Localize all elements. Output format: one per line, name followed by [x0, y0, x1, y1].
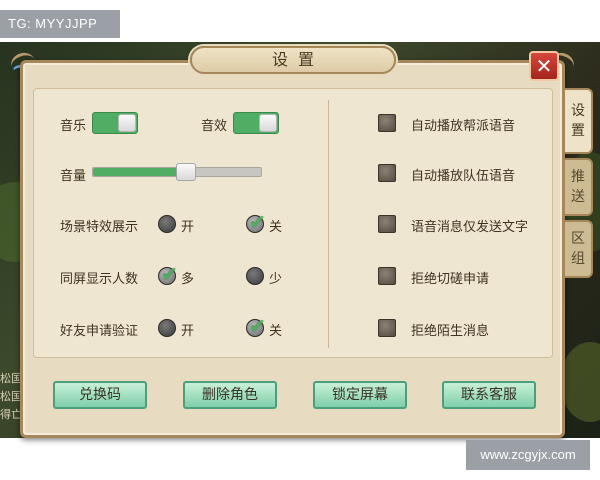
auto-play-team-voice-checkbox[interactable] — [378, 164, 396, 182]
screen-count-many-label: 多 — [181, 272, 195, 287]
reject-duel-checkbox[interactable] — [378, 267, 396, 285]
auto-play-team-voice-label: 自动播放队伍语音 — [411, 169, 516, 184]
lock-screen-button[interactable]: 锁定屏幕 — [313, 381, 407, 409]
friend-verify-off-label: 关 — [269, 324, 283, 339]
checkmark-icon: ✔ — [249, 314, 266, 338]
screen-count-many-radio[interactable]: ✔ — [158, 262, 178, 286]
scene-effects-off-label: 关 — [269, 220, 283, 235]
friend-verify-on-label: 开 — [181, 324, 195, 339]
watermark-bottom-right: www.zcgyjx.com — [466, 440, 590, 470]
voice-text-only-checkbox[interactable] — [378, 215, 396, 233]
checkmark-icon: ✔ — [249, 210, 266, 234]
tab-label: 送 — [571, 189, 585, 205]
screen-count-few-label: 少 — [269, 272, 283, 287]
volume-label: 音量 — [60, 169, 87, 184]
scene-effects-on-label: 开 — [181, 220, 195, 235]
delete-role-button[interactable]: 删除角色 — [183, 381, 277, 409]
watermark-top-left: TG: MYYJJPP — [0, 10, 120, 38]
tab-server-group[interactable]: 区 组 — [565, 220, 593, 278]
contact-service-button[interactable]: 联系客服 — [442, 381, 536, 409]
tab-label: 组 — [571, 251, 585, 267]
volume-slider-handle[interactable] — [176, 163, 196, 181]
tab-label: 设 — [571, 103, 585, 119]
close-button[interactable]: ✕ — [529, 51, 559, 81]
close-icon: ✕ — [535, 54, 553, 78]
background-text: 松国 — [0, 390, 22, 403]
background-text: 得亡 — [0, 408, 22, 421]
foliage — [560, 342, 600, 422]
sfx-label: 音效 — [201, 119, 228, 134]
screen-count-label: 同屏显示人数 — [60, 272, 139, 287]
reject-stranger-messages-label: 拒绝陌生消息 — [411, 324, 490, 339]
tab-push[interactable]: 推 送 — [565, 158, 593, 216]
background-text: 松国 — [0, 372, 22, 385]
friend-verify-label: 好友申请验证 — [60, 324, 139, 339]
music-label: 音乐 — [60, 119, 87, 134]
tab-label: 推 — [571, 169, 585, 185]
volume-slider-fill — [93, 168, 187, 176]
column-divider — [328, 100, 329, 348]
dialog-title-plaque: 设置 — [190, 46, 396, 74]
screen-count-few-radio[interactable] — [246, 267, 264, 285]
music-toggle[interactable] — [92, 112, 138, 134]
toggle-knob — [118, 114, 136, 132]
scene-effects-off-radio[interactable]: ✔ — [246, 210, 266, 234]
checkmark-icon: ✔ — [161, 262, 178, 286]
auto-play-guild-voice-label: 自动播放帮派语音 — [411, 119, 516, 134]
tab-label: 置 — [571, 123, 585, 139]
dialog-title: 设置 — [271, 50, 324, 69]
friend-verify-on-radio[interactable] — [158, 319, 176, 337]
reject-stranger-messages-checkbox[interactable] — [378, 319, 396, 337]
scene-effects-label: 场景特效展示 — [60, 220, 139, 235]
friend-verify-off-radio[interactable]: ✔ — [246, 314, 266, 338]
voice-text-only-label: 语音消息仅发送文字 — [411, 220, 529, 235]
auto-play-guild-voice-checkbox[interactable] — [378, 114, 396, 132]
toggle-knob — [259, 114, 277, 132]
sfx-toggle[interactable] — [233, 112, 279, 134]
scene-effects-on-radio[interactable] — [158, 215, 176, 233]
redeem-code-button[interactable]: 兑换码 — [53, 381, 147, 409]
tab-label: 区 — [571, 231, 585, 247]
reject-duel-label: 拒绝切磋申请 — [411, 272, 490, 287]
tab-settings[interactable]: 设 置 — [565, 88, 593, 154]
